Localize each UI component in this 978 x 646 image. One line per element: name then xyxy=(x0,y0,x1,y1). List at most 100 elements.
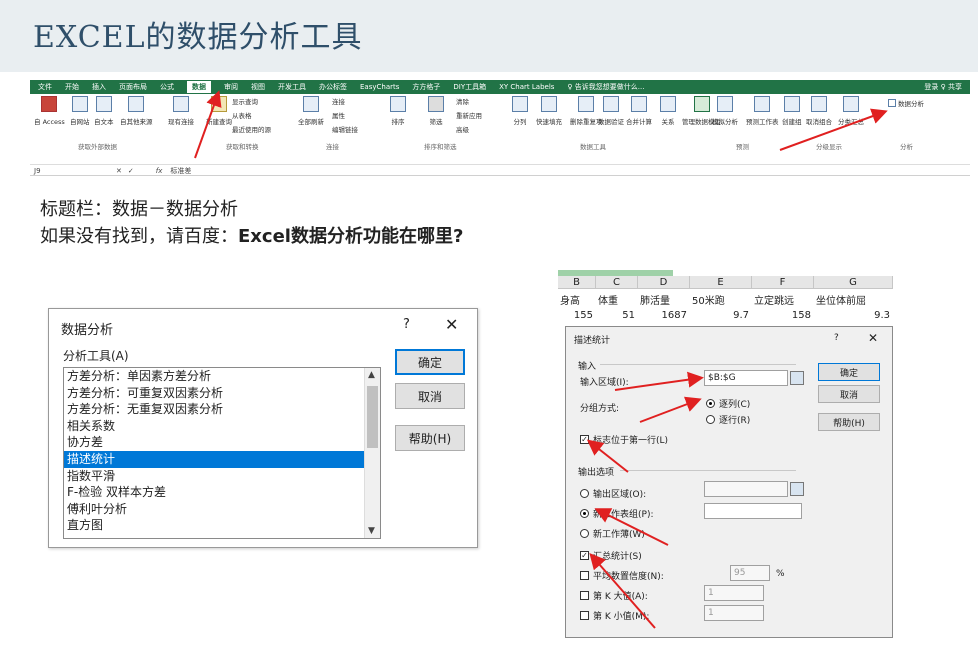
ungroup-button[interactable]: 取消组合 xyxy=(806,96,832,126)
new-sheet-name-field[interactable] xyxy=(704,503,802,519)
kth-largest-checkbox[interactable]: 第 K 大值(A): xyxy=(580,589,648,602)
analysis-tools-list[interactable]: 方差分析：单因素方差分析 方差分析：可重复双因素分析 方差分析：无重复双因素分析 相关… xyxy=(63,367,381,539)
account-share[interactable]: 登录 ♀ 共享 xyxy=(924,82,962,92)
menu-tab[interactable]: 视图 xyxy=(251,82,265,92)
existing-connections-button[interactable]: 现有连接 xyxy=(168,96,194,126)
menu-tab[interactable]: XY Chart Labels xyxy=(499,83,554,91)
cancel-button[interactable]: 取消 xyxy=(395,383,465,409)
output-range-field[interactable] xyxy=(704,481,788,497)
menu-tab[interactable]: DIY工具箱 xyxy=(453,82,486,92)
from-table-link[interactable]: 从表格 xyxy=(232,110,252,120)
header-cell[interactable]: 体重 xyxy=(598,295,618,309)
scroll-up-icon[interactable]: ▲ xyxy=(368,370,375,380)
group-button[interactable]: 创建组 xyxy=(782,96,802,126)
menu-tab[interactable]: 文件 xyxy=(38,82,52,92)
help-button[interactable]: 帮助(H) xyxy=(818,413,880,431)
recent-sources-link[interactable]: 最近使用的源 xyxy=(232,124,271,134)
refresh-all-button[interactable]: 全部刷新 xyxy=(298,96,324,126)
labels-first-row-checkbox[interactable]: ✓ 标志位于第一行(L) xyxy=(580,433,668,446)
new-workbook-radio[interactable]: 新工作薄(W) xyxy=(580,527,645,540)
range-select-icon[interactable] xyxy=(790,482,804,496)
by-column-radio[interactable]: 逐列(C) xyxy=(706,397,750,410)
clear-link[interactable]: 清除 xyxy=(456,96,469,106)
formula-cancel-icon[interactable]: ✕ xyxy=(116,167,122,175)
menu-tab[interactable]: 开发工具 xyxy=(278,82,306,92)
column-header[interactable]: B xyxy=(558,276,596,289)
list-item[interactable]: 方差分析：无重复双因素分析 xyxy=(64,401,380,418)
edit-links-link[interactable]: 编辑链接 xyxy=(332,124,358,134)
menu-tab[interactable]: ♀ 告诉我您想要做什么... xyxy=(567,82,644,92)
by-row-radio[interactable]: 逐行(R) xyxy=(706,413,750,426)
ok-button[interactable]: 确定 xyxy=(395,349,465,375)
data-cell[interactable]: 51 xyxy=(596,309,635,323)
data-cell[interactable]: 1687 xyxy=(638,309,687,323)
from-access-button[interactable]: 自 Access xyxy=(34,96,65,126)
subtotal-button[interactable]: 分类汇总 xyxy=(838,96,864,126)
close-icon[interactable]: ✕ xyxy=(868,331,878,345)
new-query-button[interactable]: 新建查询 xyxy=(206,96,232,126)
text-to-columns-button[interactable]: 分列 xyxy=(512,96,528,126)
advanced-link[interactable]: 高级 xyxy=(456,124,469,134)
menu-tab[interactable]: 办公标签 xyxy=(319,82,347,92)
data-cell[interactable]: 9.7 xyxy=(690,309,749,323)
what-if-button[interactable]: 模拟分析 xyxy=(712,96,738,126)
list-item[interactable]: 傅利叶分析 xyxy=(64,501,380,518)
list-item[interactable]: 直方图 xyxy=(64,517,380,534)
menu-tab[interactable]: 插入 xyxy=(92,82,106,92)
input-range-field[interactable]: $B:$G xyxy=(704,370,788,386)
ok-button[interactable]: 确定 xyxy=(818,363,880,381)
properties-link[interactable]: 属性 xyxy=(332,110,345,120)
filter-button[interactable]: 筛选 xyxy=(428,96,444,126)
list-item[interactable]: 方差分析：单因素方差分析 xyxy=(64,368,380,385)
formula-input[interactable]: 标准差 xyxy=(170,166,191,176)
header-cell[interactable]: 50米跑 xyxy=(692,295,725,309)
header-cell[interactable]: 立定跳远 xyxy=(754,295,794,309)
relationships-button[interactable]: 关系 xyxy=(660,96,676,126)
kth-smallest-checkbox[interactable]: 第 K 小值(M): xyxy=(580,609,649,622)
list-item[interactable]: 相关系数 xyxy=(64,418,380,435)
confidence-checkbox[interactable]: 平均数置信度(N): xyxy=(580,569,664,582)
output-range-radio[interactable]: 输出区域(O): xyxy=(580,487,646,500)
column-header[interactable]: D xyxy=(638,276,690,289)
header-cell[interactable]: 身高 xyxy=(560,295,580,309)
menu-tab[interactable]: 公式 xyxy=(160,82,174,92)
help-button[interactable]: 帮助(H) xyxy=(395,425,465,451)
scroll-down-icon[interactable]: ▼ xyxy=(368,526,375,536)
list-item[interactable]: 方差分析：可重复双因素分析 xyxy=(64,385,380,402)
menu-tab[interactable]: 方方格子 xyxy=(412,82,440,92)
help-icon[interactable]: ? xyxy=(834,333,839,343)
reapply-link[interactable]: 重新应用 xyxy=(456,110,482,120)
menu-tab[interactable]: 数据 xyxy=(187,81,211,93)
cancel-button[interactable]: 取消 xyxy=(818,385,880,403)
list-item[interactable]: F-检验 双样本方差 xyxy=(64,484,380,501)
column-header[interactable]: F xyxy=(752,276,814,289)
show-query-link[interactable]: 显示查询 xyxy=(232,96,258,106)
scroll-thumb[interactable] xyxy=(367,386,378,448)
column-header[interactable]: G xyxy=(814,276,893,289)
header-cell[interactable]: 坐位体前屈 xyxy=(816,295,866,309)
flash-fill-button[interactable]: 快速填充 xyxy=(536,96,562,126)
forecast-sheet-button[interactable]: 预测工作表 xyxy=(746,96,779,126)
data-analysis-button[interactable]: 数据分析 xyxy=(888,98,924,108)
from-web-button[interactable]: 自网站 xyxy=(70,96,90,126)
confidence-field[interactable]: 95 xyxy=(730,565,770,581)
column-header[interactable]: E xyxy=(690,276,752,289)
list-item[interactable]: 指数平滑 xyxy=(64,468,380,485)
formula-enter-icon[interactable]: ✓ xyxy=(128,167,134,175)
fx-icon[interactable]: fx xyxy=(156,167,163,175)
menu-tab[interactable]: 审阅 xyxy=(224,82,238,92)
kth-largest-field[interactable]: 1 xyxy=(704,585,764,601)
menu-tab[interactable]: 页面布局 xyxy=(119,82,147,92)
connections-link[interactable]: 连接 xyxy=(332,96,345,106)
list-item[interactable]: 描述统计 xyxy=(64,450,380,468)
menu-tab[interactable]: EasyCharts xyxy=(360,83,399,91)
data-cell[interactable]: 158 xyxy=(752,309,811,323)
kth-smallest-field[interactable]: 1 xyxy=(704,605,764,621)
data-cell[interactable]: 155 xyxy=(558,309,593,323)
column-header[interactable]: C xyxy=(596,276,638,289)
range-select-icon[interactable] xyxy=(790,371,804,385)
data-cell[interactable]: 9.3 xyxy=(814,309,890,323)
from-text-button[interactable]: 自文本 xyxy=(94,96,114,126)
data-validation-button[interactable]: 数据验证 xyxy=(598,96,624,126)
consolidate-button[interactable]: 合并计算 xyxy=(626,96,652,126)
